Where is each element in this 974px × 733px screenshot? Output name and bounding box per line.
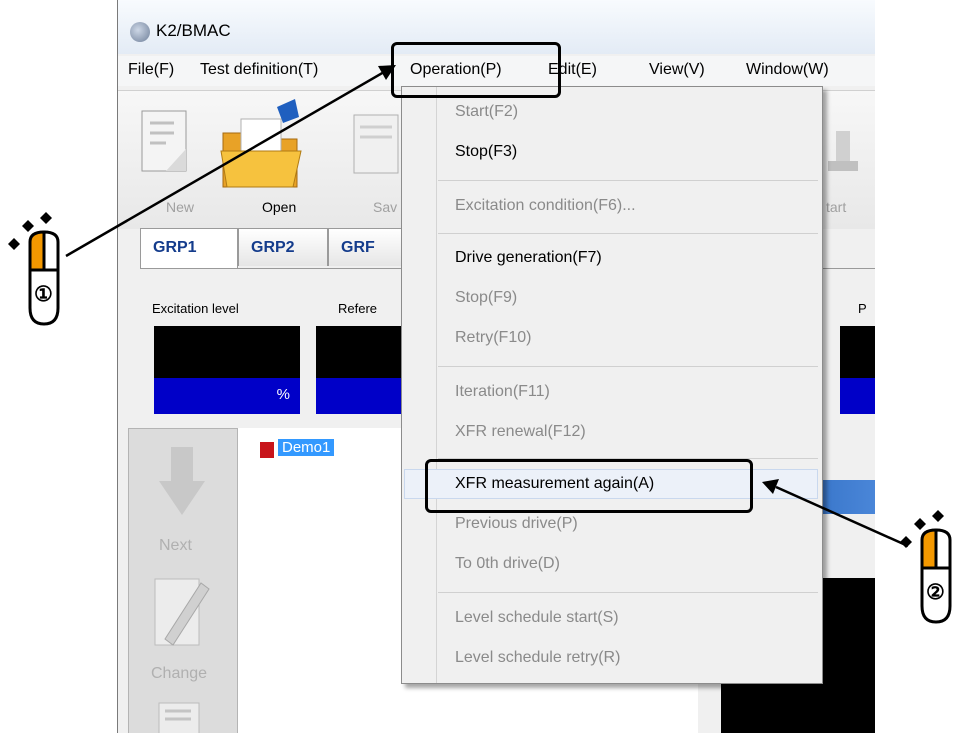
step-number-1: ① — [34, 283, 53, 306]
mouse-left-click-icon — [8, 212, 60, 326]
step-number-2: ② — [926, 581, 945, 604]
mouse-annotation-2: ② — [892, 510, 974, 628]
arrow-line-2 — [775, 485, 909, 548]
annotation-arrows — [65, 65, 909, 548]
mouse-left-click-icon — [900, 510, 952, 624]
arrow-line-1 — [65, 70, 385, 258]
mouse-annotation-1: ① — [0, 212, 90, 330]
